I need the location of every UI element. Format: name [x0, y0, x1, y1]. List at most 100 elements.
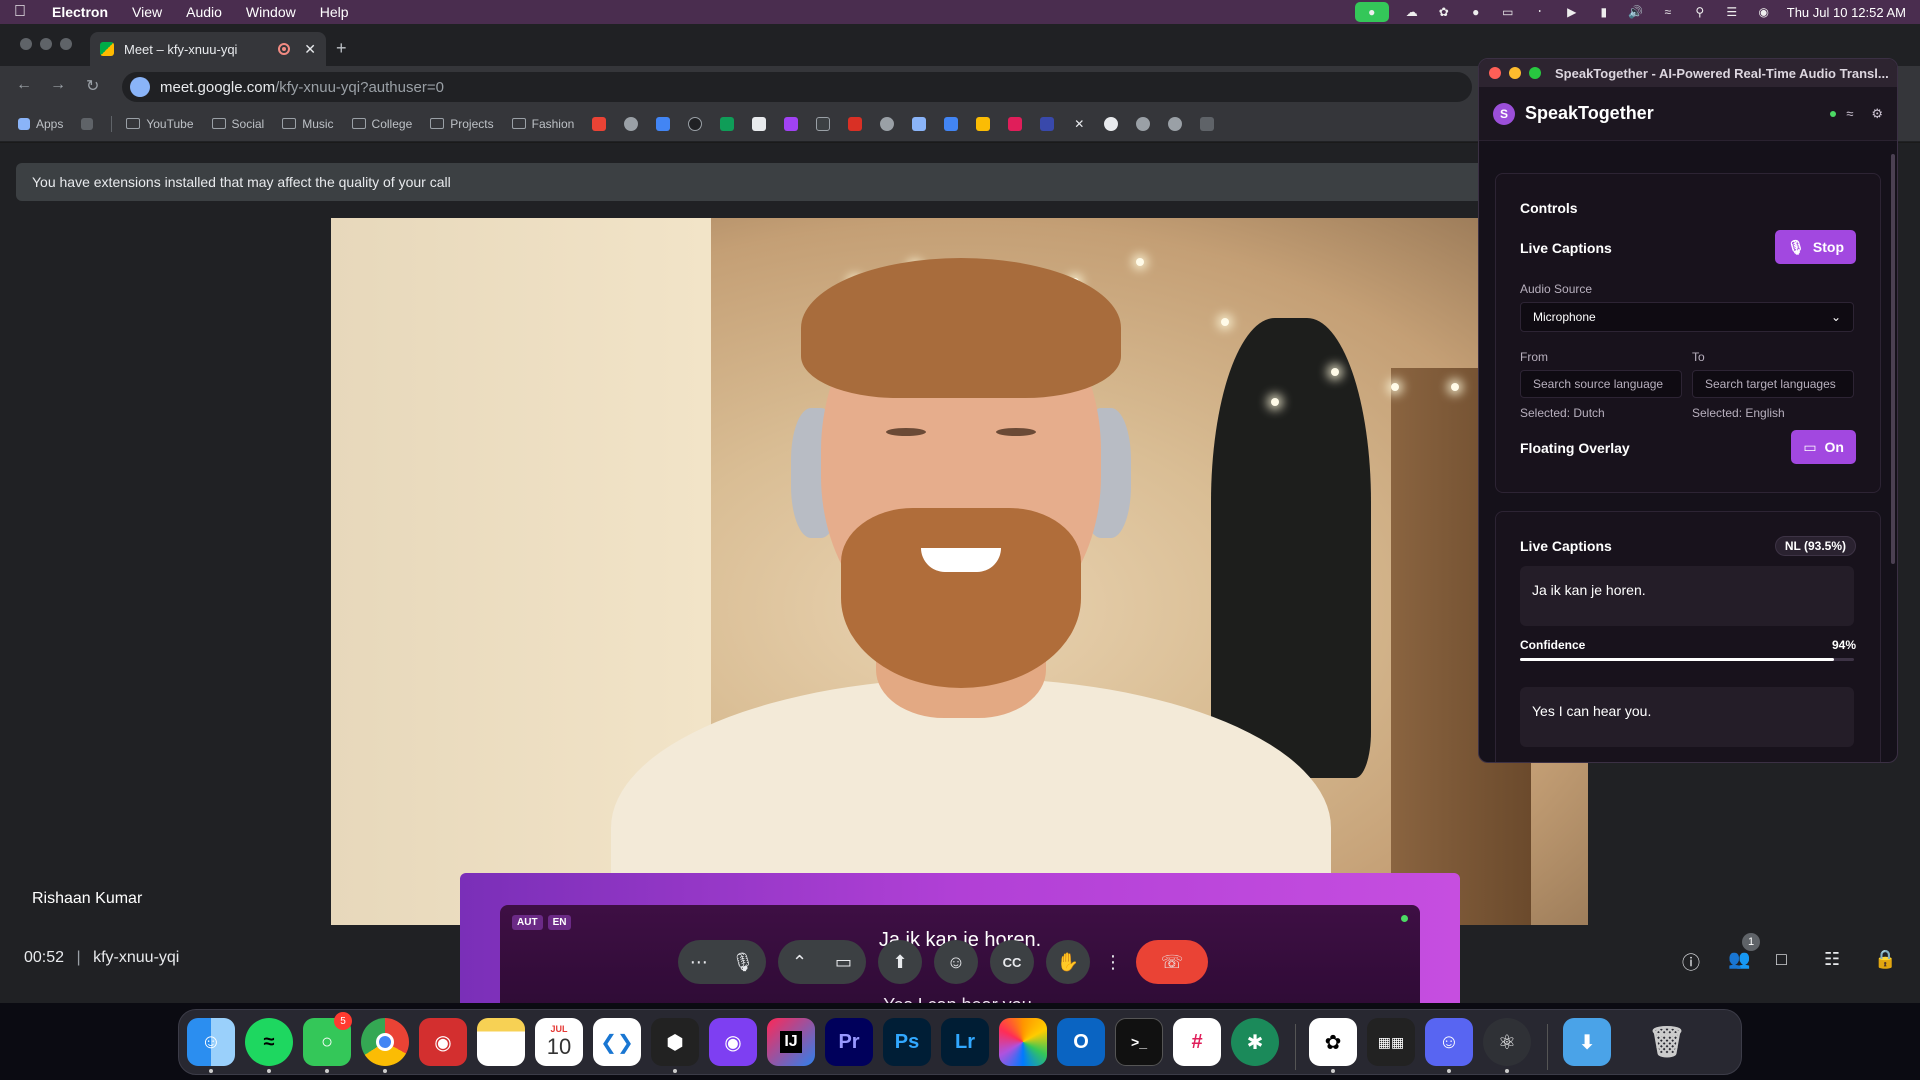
globe-bookmark-icon[interactable] [624, 116, 639, 131]
dock-piano-icon[interactable]: ▦▦ [1367, 1018, 1415, 1066]
menu-view[interactable]: View [120, 4, 174, 20]
more-options-button[interactable]: ⋮ [1102, 940, 1124, 984]
close-tab-icon[interactable]: ✕ [304, 41, 316, 58]
dock-trash-icon[interactable]: 🗑 [1643, 1018, 1691, 1066]
dock-vscode-icon[interactable]: ❮❯ [593, 1018, 641, 1066]
bookmark-fashion[interactable]: Fashion [511, 117, 574, 131]
dock-terminal-icon[interactable]: >_ [1115, 1018, 1163, 1066]
gmail-icon[interactable] [592, 116, 607, 131]
present-screen-button[interactable]: ⬆ [878, 940, 922, 984]
ui-bookmark-icon[interactable] [1040, 116, 1055, 131]
host-controls-lock-icon[interactable]: 🔒 [1874, 949, 1896, 970]
stop-captions-button[interactable]: 🎙 Stop [1775, 230, 1856, 264]
dock-photo-booth-icon[interactable]: ◉ [419, 1018, 467, 1066]
participant-video[interactable] [331, 218, 1588, 925]
close-window-button[interactable] [20, 38, 32, 50]
bookmark-social[interactable]: Social [211, 117, 264, 131]
dock-finder-icon[interactable]: ☺ [187, 1018, 235, 1066]
dock-photos-icon[interactable] [999, 1018, 1047, 1066]
wifi-icon[interactable]: ≈ [1659, 5, 1677, 19]
circle-bookmark-icon[interactable] [880, 116, 895, 131]
volume-icon[interactable]: 🔊 [1627, 5, 1645, 19]
activities-grid-icon[interactable]: ☷ [1824, 949, 1840, 970]
dock-lightroom-icon[interactable]: Lr [941, 1018, 989, 1066]
url-bar[interactable]: meet.google.com /kfy-xnuu-yqi?authuser=0 [122, 72, 1472, 102]
dock-slack-icon[interactable]: # [1173, 1018, 1221, 1066]
siri-icon[interactable]: ◉ [1755, 5, 1773, 19]
site-info-icon[interactable] [130, 77, 150, 97]
chat-icon[interactable]: □ [1776, 949, 1787, 970]
dock-chatgpt-icon[interactable]: ✿ [1309, 1018, 1357, 1066]
bookmark-projects[interactable]: Projects [430, 117, 494, 131]
raise-hand-button[interactable]: ✋ [1046, 940, 1090, 984]
chevron-up-icon[interactable]: ⌃ [792, 952, 807, 973]
spotlight-search-icon[interactable]: ⚲ [1691, 5, 1709, 19]
dock-intellij-icon[interactable]: IJ [767, 1018, 815, 1066]
menu-window[interactable]: Window [234, 4, 308, 20]
blue-bookmark-icon[interactable] [944, 116, 959, 131]
floating-overlay-toggle[interactable]: ▭ On [1791, 430, 1856, 464]
github-icon[interactable] [1104, 116, 1119, 131]
people-icon[interactable]: 👥 [1728, 949, 1750, 970]
source-language-input[interactable]: Search source language [1520, 370, 1682, 398]
yellow-bookmark-icon[interactable] [976, 116, 991, 131]
zoom-window-button[interactable] [60, 38, 72, 50]
bluetooth-icon[interactable]: ᛫ [1531, 5, 1549, 19]
minimize-window-button[interactable] [40, 38, 52, 50]
zoom-window-button[interactable] [1529, 67, 1541, 79]
dock-downloads-folder-icon[interactable]: ⬇ [1563, 1018, 1611, 1066]
minimize-window-button[interactable] [1509, 67, 1521, 79]
close-window-button[interactable] [1489, 67, 1501, 79]
menu-audio[interactable]: Audio [174, 4, 234, 20]
camera-icon[interactable]: ▭ [835, 952, 852, 973]
openai-icon[interactable]: ✿ [1435, 5, 1453, 19]
dock-spotify-icon[interactable]: ≈ [245, 1018, 293, 1066]
reading-list-icon[interactable] [1200, 116, 1215, 131]
dock-outlook-icon[interactable]: O [1057, 1018, 1105, 1066]
dock-calendar-icon[interactable]: JUL 10 [535, 1018, 583, 1066]
star-bookmark-icon[interactable] [912, 116, 927, 131]
forward-arrow-icon[interactable]: → [50, 76, 66, 94]
github-bookmark-icon[interactable] [688, 116, 703, 131]
tab-groups-icon[interactable] [81, 117, 94, 130]
menu-app-name[interactable]: Electron [40, 4, 120, 20]
docs-icon[interactable] [656, 116, 671, 131]
play-icon[interactable]: ▶ [1563, 5, 1581, 19]
panel-scrollbar[interactable] [1891, 154, 1895, 564]
cloud-icon[interactable]: ☁ [1403, 5, 1421, 19]
red-bookmark-icon[interactable] [848, 116, 863, 131]
menu-help[interactable]: Help [308, 4, 361, 20]
dock-photoshop-icon[interactable]: Ps [883, 1018, 931, 1066]
captions-button[interactable]: CC [990, 940, 1034, 984]
audio-source-select[interactable]: Microphone ⌄ [1520, 302, 1854, 332]
back-arrow-icon[interactable]: ← [16, 76, 32, 94]
slack-bookmark-icon[interactable] [1008, 116, 1023, 131]
meeting-details-icon[interactable]: ⓘ [1682, 949, 1700, 975]
dock-github-desktop-icon[interactable]: ◉ [709, 1018, 757, 1066]
apple-menu-icon[interactable]:  [0, 3, 40, 21]
dock-unity-icon[interactable]: ⬢ [651, 1018, 699, 1066]
leave-call-button[interactable]: ☏ [1136, 940, 1208, 984]
display-icon[interactable]: ▭ [1499, 5, 1517, 19]
grid-bookmark-icon[interactable] [752, 116, 767, 131]
purple-grid-icon[interactable] [784, 116, 799, 131]
target-language-input[interactable]: Search target languages [1692, 370, 1854, 398]
dock-chrome-icon[interactable] [361, 1018, 409, 1066]
control-center-icon[interactable]: ☰ [1723, 5, 1741, 19]
sheets-icon[interactable] [720, 116, 735, 131]
globe-bookmark-icon-2[interactable] [1136, 116, 1151, 131]
dark-grid-icon[interactable] [816, 116, 831, 131]
reload-icon[interactable]: ↻ [86, 76, 99, 96]
dock-discord-icon[interactable]: ☺ [1425, 1018, 1473, 1066]
settings-gear-icon[interactable]: ⚙ [1871, 106, 1883, 122]
x-bookmark-icon[interactable]: ✕ [1072, 116, 1087, 131]
bookmark-music[interactable]: Music [282, 117, 334, 131]
globe-icon[interactable]: ● [1467, 5, 1485, 19]
bookmark-apps[interactable]: Apps [18, 117, 63, 131]
battery-icon[interactable]: ▮ [1595, 5, 1613, 19]
globe-bookmark-icon-3[interactable] [1168, 116, 1183, 131]
menu-clock[interactable]: Thu Jul 10 12:52 AM [1787, 5, 1906, 20]
dock-premiere-icon[interactable]: Pr [825, 1018, 873, 1066]
more-audio-options-icon[interactable]: ⋯ [690, 952, 708, 973]
bookmark-college[interactable]: College [351, 117, 412, 131]
